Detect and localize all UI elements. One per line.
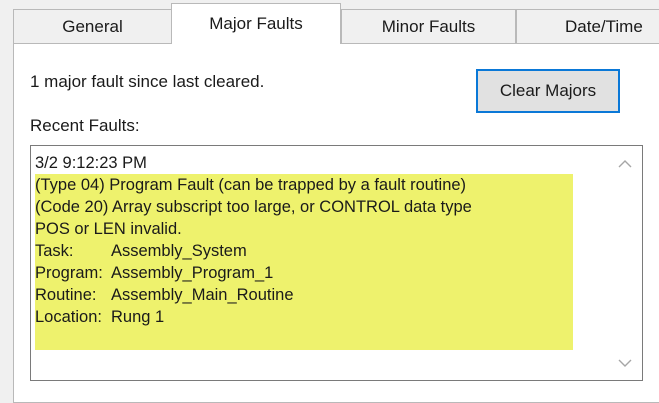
recent-faults-list[interactable]: 3/2 9:12:23 PM (Type 04) Program Fault (…	[30, 145, 643, 381]
fault-program-value: Assembly_Program_1	[111, 264, 274, 282]
scroll-up-button[interactable]	[608, 148, 642, 178]
fault-task-row: Task: Assembly_System	[35, 240, 573, 262]
fault-code: (Code 20) Array subscript too large, or …	[35, 196, 573, 218]
fault-routine-row: Routine: Assembly_Main_Routine	[35, 284, 573, 306]
tab-general[interactable]: General	[13, 9, 172, 43]
tab-major-faults[interactable]: Major Faults	[171, 3, 341, 44]
fault-program-row: Program: Assembly_Program_1	[35, 262, 573, 284]
fault-timestamp: 3/2 9:12:23 PM	[35, 154, 147, 172]
fault-type: (Type 04) Program Fault (can be trapped …	[35, 174, 573, 196]
vertical-scrollbar[interactable]	[608, 146, 642, 380]
fault-location-value: Rung 1	[111, 308, 165, 326]
fault-detail-key: Program:	[35, 264, 103, 282]
major-faults-panel: 1 major fault since last cleared. Clear …	[13, 43, 659, 403]
fault-code-continued: POS or LEN invalid.	[35, 218, 573, 240]
chevron-down-icon	[618, 359, 632, 367]
scroll-down-button[interactable]	[608, 348, 642, 378]
fault-entry[interactable]: 3/2 9:12:23 PM (Type 04) Program Fault (…	[35, 152, 573, 350]
fault-task-value: Assembly_System	[111, 242, 247, 260]
fault-detail-key: Task:	[35, 242, 74, 260]
fault-detail-key: Location:	[35, 308, 102, 326]
fault-location-row: Location: Rung 1	[35, 306, 573, 328]
recent-faults-label: Recent Faults:	[30, 116, 140, 135]
tab-minor-faults[interactable]: Minor Faults	[341, 9, 516, 43]
fault-highlight-padding	[35, 328, 573, 350]
clear-majors-button[interactable]: Clear Majors	[476, 69, 620, 113]
fault-count-text: 1 major fault since last cleared.	[30, 72, 265, 91]
fault-routine-value: Assembly_Main_Routine	[111, 286, 294, 304]
tab-date-time[interactable]: Date/Time	[516, 9, 659, 43]
fault-detail-key: Routine:	[35, 286, 97, 304]
chevron-up-icon	[618, 159, 632, 167]
